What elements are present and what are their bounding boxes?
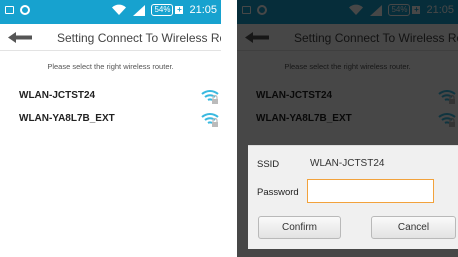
back-arrow-icon[interactable] <box>8 32 32 43</box>
network-ssid: WLAN-YA8L7B_EXT <box>19 113 115 124</box>
network-item-wlan-ya8l7b-ext[interactable]: WLAN-YA8L7B_EXT <box>0 108 221 132</box>
battery-icon: 54% + <box>151 4 184 16</box>
password-dialog: SSID WLAN-JCTST24 Password Confirm Cance… <box>248 145 458 249</box>
confirm-button[interactable]: Confirm <box>258 216 341 239</box>
ssid-value: WLAN-JCTST24 <box>310 158 385 169</box>
charging-icon: + <box>175 5 184 14</box>
ssid-label: SSID <box>257 159 280 170</box>
clock: 21:05 <box>189 4 217 16</box>
page-title: Setting Connect To Wireless Router <box>57 31 221 45</box>
signal-icon <box>133 4 146 16</box>
cancel-button[interactable]: Cancel <box>371 216 456 239</box>
instruction-text: Please select the right wireless router. <box>47 62 174 71</box>
network-list-screen: 54% + 21:05 Setting Connect To Wireless … <box>0 0 221 257</box>
password-dialog-screen: 54% + 21:05 Setting Connect To Wireless … <box>237 0 458 257</box>
screenshot-icon <box>5 6 14 14</box>
wifi-locked-icon <box>201 113 219 127</box>
title-bar: Setting Connect To Wireless Router <box>0 24 221 51</box>
wifi-icon <box>112 4 127 16</box>
wifi-locked-icon <box>201 90 219 104</box>
network-item-wlan-jctst24[interactable]: WLAN-JCTST24 <box>0 85 221 109</box>
password-label: Password <box>257 187 299 198</box>
battery-level: 54% <box>151 4 174 16</box>
status-bar: 54% + 21:05 <box>0 0 221 24</box>
network-ssid: WLAN-JCTST24 <box>19 90 96 101</box>
password-input[interactable] <box>307 179 434 203</box>
sync-icon <box>20 5 30 15</box>
